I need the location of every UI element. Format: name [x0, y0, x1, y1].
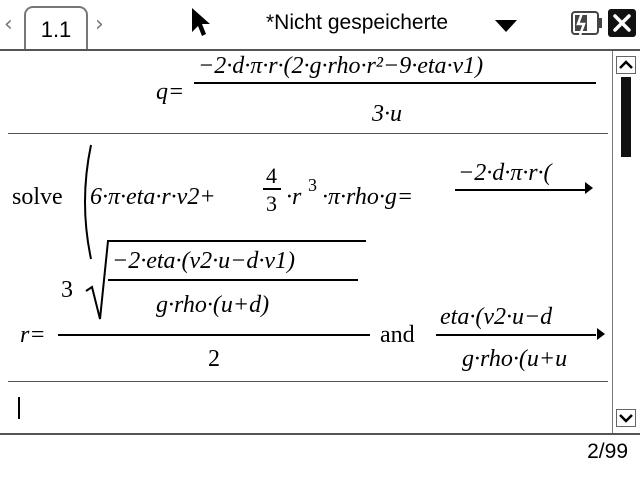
solve-expression: 6·π·eta·r·v2+ [90, 184, 216, 210]
scrollbar[interactable] [612, 51, 640, 433]
battery-icon [571, 11, 602, 36]
solve-expression-rest: ·π·rho·g= [322, 184, 414, 210]
result-numerator: −2·d·π·r·(2·g·rho·r²−9·eta·v1) [198, 53, 484, 79]
chevron-left-icon[interactable]: ‹ [4, 12, 13, 38]
entry-divider [8, 381, 608, 382]
result-denominator: 3·u [372, 101, 402, 127]
close-button[interactable] [608, 9, 636, 37]
solve-command: solve [12, 184, 63, 210]
root-denominator: g·rho·(u+d) [156, 292, 270, 318]
fraction-bar [108, 279, 358, 281]
chevron-right-icon[interactable]: › [95, 12, 104, 38]
fraction-bar [455, 189, 585, 191]
result-outer-denominator: 2 [208, 346, 220, 372]
mouse-pointer-icon [192, 8, 210, 36]
exponent: 3 [308, 175, 317, 195]
fraction-bar [58, 334, 370, 336]
second-numerator: eta·(v2·u−d [440, 304, 553, 330]
tab-page[interactable]: 1.1 [24, 6, 88, 50]
caret-down-icon[interactable] [494, 19, 518, 33]
conjunction: and [380, 322, 415, 348]
fraction-denominator: 3 [266, 191, 277, 216]
calculator-history[interactable]: q= −2·d·π·r·(2·g·rho·r²−9·eta·v1) 3·u so… [0, 51, 612, 433]
result-lhs: r= [20, 322, 46, 348]
scroll-thumb[interactable] [621, 77, 631, 157]
document-title[interactable]: *Nicht gespeicherte [266, 11, 448, 35]
scroll-up-button[interactable] [616, 56, 636, 74]
entry-divider [8, 133, 608, 134]
status-divider [0, 433, 640, 435]
close-icon [613, 14, 631, 32]
chevron-down-icon [619, 414, 633, 423]
solve-rhs: −2·d·π·r·( [458, 160, 552, 186]
scroll-down-button[interactable] [616, 409, 636, 427]
tab-label: 1.1 [40, 17, 72, 42]
fraction-numerator: 4 [266, 163, 277, 188]
result-lhs: q= [156, 79, 185, 105]
top-bar: ‹ 1.1 › *Nicht gespeicherte [0, 0, 640, 51]
chevron-up-icon [619, 60, 633, 69]
second-denominator: g·rho·(u+u [462, 346, 568, 372]
fraction-bar [436, 334, 596, 336]
overflow-right-icon[interactable] [596, 327, 606, 341]
root-index: 3 [61, 277, 73, 303]
overflow-right-icon[interactable] [584, 181, 594, 195]
text-cursor [18, 397, 20, 419]
fraction-bar [194, 82, 596, 84]
root-numerator: −2·eta·(v2·u−d·v1) [112, 248, 295, 274]
solve-expression-cont: ·r [286, 184, 302, 210]
entry-line[interactable] [8, 389, 608, 425]
page-counter: 2/99 [587, 440, 628, 463]
